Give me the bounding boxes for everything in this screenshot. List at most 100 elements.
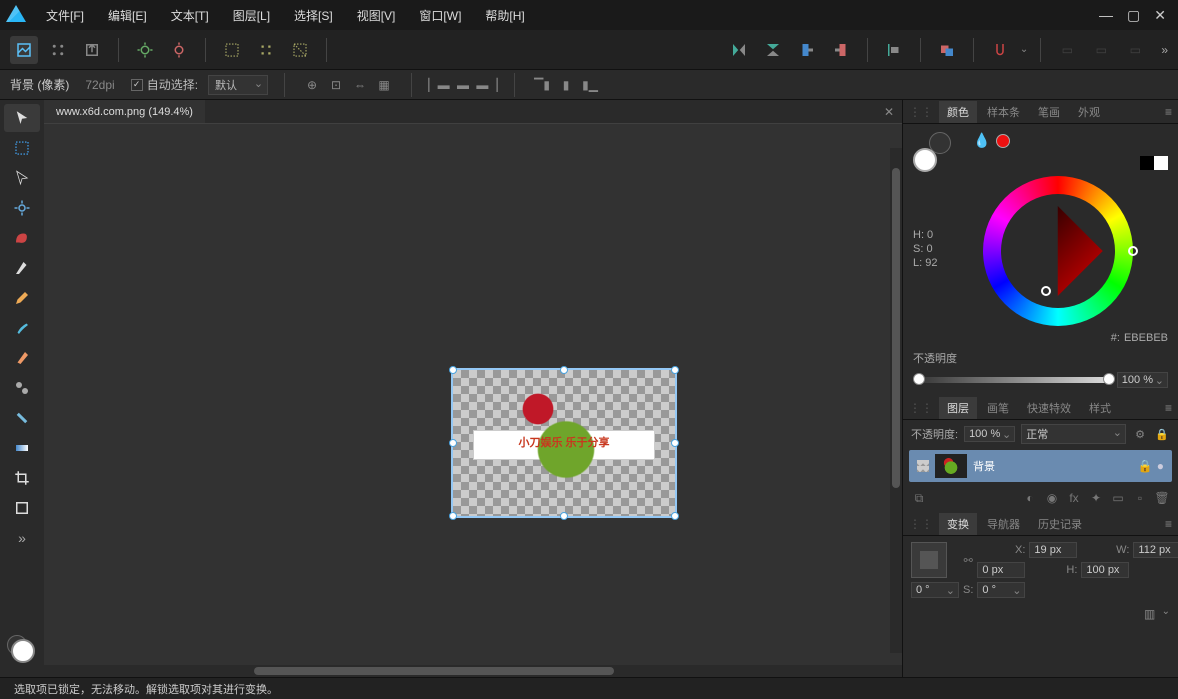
selection-handle-sw[interactable] xyxy=(449,512,457,520)
auto-select-dropdown[interactable]: 默认 xyxy=(208,75,268,95)
eyedropper-swatch[interactable] xyxy=(996,134,1010,148)
layer-mask-icon[interactable]: ◐ xyxy=(1022,490,1038,506)
align-bottom-icon[interactable]: ▮▁ xyxy=(579,74,601,96)
close-button[interactable]: ✕ xyxy=(1154,7,1166,24)
menu-select[interactable]: 选择[S] xyxy=(284,3,343,28)
tab-effects[interactable]: 快速特效 xyxy=(1019,397,1079,419)
align-top-icon[interactable]: ▔▮ xyxy=(531,74,553,96)
rotate-cw-icon[interactable] xyxy=(827,36,855,64)
hue-handle[interactable] xyxy=(1128,246,1138,256)
layer-visibility-icon[interactable] xyxy=(917,460,929,472)
marquee-tool-icon[interactable] xyxy=(4,134,40,162)
snapping-icon[interactable] xyxy=(986,36,1014,64)
tab-styles[interactable]: 样式 xyxy=(1081,397,1119,419)
menu-layer[interactable]: 图层[L] xyxy=(223,3,280,28)
layer-adjust-icon[interactable]: ◉ xyxy=(1044,490,1060,506)
ctx-transform-origin-icon[interactable]: ⊡ xyxy=(325,74,347,96)
selection-handle-s[interactable] xyxy=(560,512,568,520)
layer-live-icon[interactable]: ✦ xyxy=(1088,490,1104,506)
color-replace-tool-icon[interactable] xyxy=(4,344,40,372)
menu-window[interactable]: 窗口[W] xyxy=(409,3,471,28)
default-swatches[interactable] xyxy=(1140,156,1168,170)
menu-file[interactable]: 文件[F] xyxy=(36,3,94,28)
move-tool-icon[interactable] xyxy=(4,104,40,132)
tab-color[interactable]: 颜色 xyxy=(939,101,977,123)
lasso-tool-icon[interactable] xyxy=(4,224,40,252)
minimize-button[interactable]: — xyxy=(1099,7,1113,24)
healing-tool-icon[interactable] xyxy=(4,404,40,432)
layer-delete-icon[interactable]: 🗑 xyxy=(1154,490,1170,506)
tab-appearance[interactable]: 外观 xyxy=(1070,101,1108,123)
layer-fx-icon[interactable]: fx xyxy=(1066,490,1082,506)
align-right-icon[interactable]: ▬▕ xyxy=(476,74,498,96)
h-value[interactable]: 100 px xyxy=(1081,562,1129,578)
ctx-transform-icon[interactable]: ⇔ xyxy=(349,74,371,96)
x-value[interactable]: 19 px xyxy=(1029,542,1077,558)
canvas-viewport[interactable]: 小刀娱乐 乐于分享 xyxy=(44,124,902,665)
gradient-tool-icon[interactable] xyxy=(4,434,40,462)
color-triangle[interactable] xyxy=(1013,206,1103,296)
eyedropper-icon[interactable]: 💧 xyxy=(973,132,990,149)
flip-h-icon[interactable] xyxy=(725,36,753,64)
context-dpi[interactable]: 72dpi xyxy=(79,76,120,94)
deselect-icon[interactable] xyxy=(252,36,280,64)
color-swatches[interactable] xyxy=(7,635,37,665)
blend-mode-select[interactable]: 正常 xyxy=(1021,424,1126,444)
brush-tool-icon[interactable] xyxy=(4,314,40,342)
crop-tool-icon[interactable] xyxy=(4,464,40,492)
persona-liquify-icon[interactable] xyxy=(44,36,72,64)
menu-view[interactable]: 视图[V] xyxy=(347,3,406,28)
tab-navigator[interactable]: 导航器 xyxy=(979,513,1028,535)
pen-tool-icon[interactable] xyxy=(4,254,40,282)
selection-handle-n[interactable] xyxy=(560,366,568,374)
panel-menu-icon[interactable]: ≡ xyxy=(1165,401,1172,415)
panel-color-swatches[interactable] xyxy=(913,132,953,172)
close-tab-icon[interactable]: ✕ xyxy=(884,105,902,119)
pencil-tool-icon[interactable] xyxy=(4,284,40,312)
r-value[interactable]: 0 °⌄ xyxy=(911,582,959,598)
flip-v-icon[interactable] xyxy=(759,36,787,64)
tab-transform[interactable]: 变换 xyxy=(939,513,977,535)
document-tab[interactable]: www.x6d.com.png (149.4%) xyxy=(44,100,205,123)
w-value[interactable]: 112 px xyxy=(1133,542,1178,558)
tab-layers[interactable]: 图层 xyxy=(939,397,977,419)
toolbar-chevron-icon[interactable]: » xyxy=(1161,43,1168,57)
selection-handle-nw[interactable] xyxy=(449,366,457,374)
align-left-icon[interactable]: ▏▬ xyxy=(428,74,450,96)
layer-visible-indicator-icon[interactable]: ● xyxy=(1157,459,1164,473)
align-left-icon[interactable] xyxy=(880,36,908,64)
maximize-button[interactable]: ▢ xyxy=(1127,7,1140,24)
context-auto-select[interactable]: ✓ 自动选择: xyxy=(131,76,198,93)
selection-handle-ne[interactable] xyxy=(671,366,679,374)
selection-handle-w[interactable] xyxy=(449,439,457,447)
vertical-scrollbar[interactable] xyxy=(890,148,902,653)
arrange-icon[interactable] xyxy=(933,36,961,64)
tone-map-icon[interactable] xyxy=(165,36,193,64)
menu-help[interactable]: 帮助[H] xyxy=(475,3,534,28)
layer-copy-icon[interactable]: ⧉ xyxy=(911,490,927,506)
rotate-ccw-icon[interactable] xyxy=(793,36,821,64)
tools-more-icon[interactable]: » xyxy=(18,530,26,546)
menu-edit[interactable]: 编辑[E] xyxy=(98,3,157,28)
foreground-color-icon[interactable] xyxy=(11,639,35,663)
ctx-transform-center-icon[interactable]: ⊕ xyxy=(301,74,323,96)
panel-menu-icon[interactable]: ≡ xyxy=(1165,105,1172,119)
sv-handle[interactable] xyxy=(1041,286,1051,296)
layer-opacity-select[interactable]: 100 % xyxy=(964,426,1015,442)
layer-folder-icon[interactable]: ▭ xyxy=(1110,490,1126,506)
color-wheel[interactable] xyxy=(983,176,1133,326)
rectangle-tool-icon[interactable] xyxy=(4,494,40,522)
node-tool-icon[interactable] xyxy=(4,164,40,192)
align-center-h-icon[interactable]: ▬ xyxy=(452,74,474,96)
canvas-image[interactable]: 小刀娱乐 乐于分享 xyxy=(451,368,677,518)
tab-history[interactable]: 历史记录 xyxy=(1030,513,1090,535)
gear-tool-icon[interactable] xyxy=(4,194,40,222)
persona-photo-icon[interactable] xyxy=(10,36,38,64)
opacity-value[interactable]: 100 % xyxy=(1117,372,1168,388)
ctx-grid-icon[interactable]: ▦ xyxy=(373,74,395,96)
tab-stroke[interactable]: 笔画 xyxy=(1030,101,1068,123)
align-middle-icon[interactable]: ▮ xyxy=(555,74,577,96)
tab-swatches[interactable]: 样本条 xyxy=(979,101,1028,123)
invert-selection-icon[interactable] xyxy=(286,36,314,64)
layer-new-icon[interactable]: ▫ xyxy=(1132,490,1148,506)
